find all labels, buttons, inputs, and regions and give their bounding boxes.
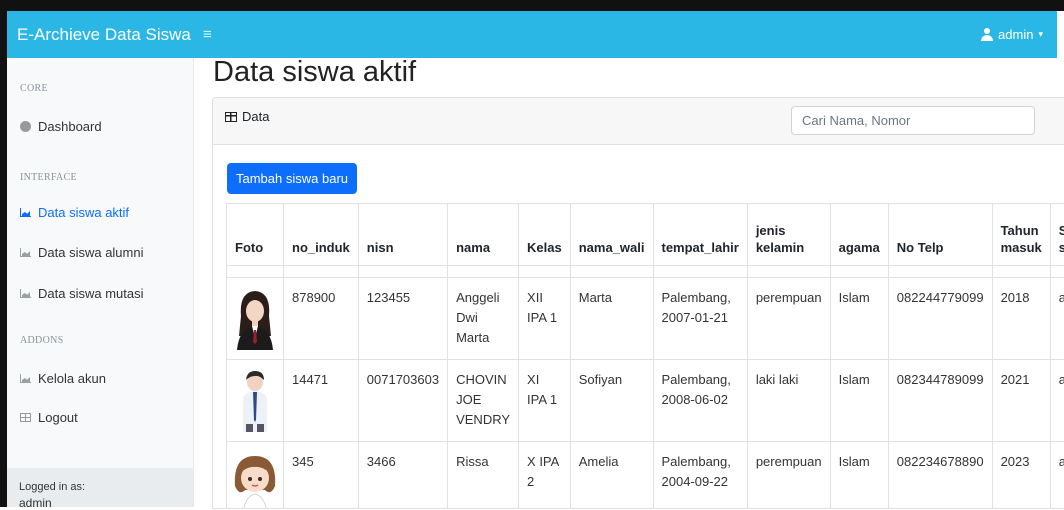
sidebar-item-label: Kelola akun [38,371,106,386]
table-spacer-row [227,266,1064,278]
tahun-masuk-cell: 2021 [992,360,1050,442]
nisn-cell: 123455 [358,278,447,360]
nama-cell: CHOVIN JOE VENDRY [448,360,519,442]
no-telp-cell: 082344789099 [888,360,992,442]
sidebar-heading-addons: ADDONS [20,335,63,346]
column-header: Foto [227,204,284,266]
sidebar-heading-interface: INTERFACE [20,172,77,183]
logged-in-label: Logged in as: [19,481,85,493]
nama-cell: Rissa [448,442,519,510]
user-icon [981,28,993,41]
window-left-edge [0,0,7,507]
nama-cell: Anggeli Dwi Marta [448,278,519,360]
sidebar-item-dashboard[interactable]: Dashboard [20,119,102,134]
student-photo-avatar [231,368,279,432]
add-student-button[interactable]: Tambah siswa baru [227,163,357,194]
sidebar-footer: Logged in as: admin [7,468,193,507]
sidebar-item-label: Data siswa alumni [38,245,144,260]
sidebar-item-kelola-akun[interactable]: Kelola akun [20,371,106,386]
sidebar: CORE Dashboard INTERFACE Data siswa akti… [7,58,194,507]
column-header: nama_wali [570,204,653,266]
card-header: Data [213,98,1064,145]
sidebar-item-label: Data siswa aktif [38,205,129,220]
table-row[interactable]: 14471 0071703603 CHOVIN JOE VENDRY XI IP… [227,360,1064,442]
area-chart-icon [20,248,31,257]
photo-cell [227,278,284,360]
sidebar-item-data-siswa-alumni[interactable]: Data siswa alumni [20,245,144,260]
nisn-cell: 3466 [358,442,447,510]
caret-down-icon: ▾ [1038,29,1043,40]
jenis-kelamin-cell: laki laki [747,360,830,442]
card-title-text: Data [242,109,269,124]
tahun-masuk-cell: 2018 [992,278,1050,360]
no-telp-cell: 082244779099 [888,278,992,360]
column-header: agama [830,204,888,266]
kelas-cell: X IPA 2 [519,442,571,510]
tahun-masuk-cell: 2023 [992,442,1050,510]
column-header: No Telp [888,204,992,266]
data-card: Data Tambah siswa baru Foto no_induk nis… [212,97,1064,509]
logged-in-user: admin [19,496,52,510]
no-telp-cell: 082234678890 [888,442,992,510]
column-header: jenis kelamin [747,204,830,266]
agama-cell: Islam [830,360,888,442]
column-header: St si [1050,204,1064,266]
sidebar-item-label: Dashboard [38,119,102,134]
column-header: no_induk [284,204,359,266]
table-icon [20,413,31,422]
area-chart-icon [20,289,31,298]
column-header: tempat_lahir [653,204,747,266]
brand-title[interactable]: E-Archieve Data Siswa [17,25,187,45]
status-cell: ak [1050,278,1064,360]
students-table: Foto no_induk nisn nama Kelas nama_wali … [226,203,1064,509]
nama-wali-cell: Amelia [570,442,653,510]
top-navbar: E-Archieve Data Siswa ≡ admin ▾ [7,11,1057,58]
kelas-cell: XII IPA 1 [519,278,571,360]
sidebar-item-label: Data siswa mutasi [38,286,143,301]
status-cell: ak [1050,442,1064,510]
card-title: Data [225,109,269,124]
nama-wali-cell: Sofiyan [570,360,653,442]
window-top-edge [0,0,1064,11]
tempat-lahir-cell: Palembang, 2008-06-02 [653,360,747,442]
nama-wali-cell: Marta [570,278,653,360]
nisn-cell: 0071703603 [358,360,447,442]
table-icon [225,112,237,122]
sidebar-heading-core: CORE [20,83,48,94]
column-header: Kelas [519,204,571,266]
jenis-kelamin-cell: perempuan [747,278,830,360]
page-title: Data siswa aktif [213,56,416,89]
tempat-lahir-cell: Palembang, 2007-01-21 [653,278,747,360]
photo-cell [227,360,284,442]
tempat-lahir-cell: Palembang, 2004-09-22 [653,442,747,510]
sidebar-item-logout[interactable]: Logout [20,410,78,425]
sidebar-item-data-siswa-aktif[interactable]: Data siswa aktif [20,205,129,220]
student-photo-avatar [231,286,279,350]
table-header-row: Foto no_induk nisn nama Kelas nama_wali … [227,204,1064,266]
dashboard-icon [20,121,31,132]
status-cell: ak [1050,360,1064,442]
area-chart-icon [20,208,31,217]
column-header: nama [448,204,519,266]
area-chart-icon [20,374,31,383]
student-photo-avatar [231,450,279,509]
user-menu[interactable]: admin ▾ [981,27,1043,42]
sidebar-item-label: Logout [38,410,78,425]
user-name: admin [998,27,1033,42]
jenis-kelamin-cell: perempuan [747,442,830,510]
agama-cell: Islam [830,278,888,360]
photo-cell [227,442,284,510]
no-induk-cell: 345 [284,442,359,510]
agama-cell: Islam [830,442,888,510]
sidebar-toggle-icon[interactable]: ≡ [203,26,212,43]
column-header: nisn [358,204,447,266]
table-row[interactable]: 345 3466 Rissa X IPA 2 Amelia Palembang,… [227,442,1064,510]
sidebar-item-data-siswa-mutasi[interactable]: Data siswa mutasi [20,286,143,301]
search-input[interactable] [791,106,1035,135]
no-induk-cell: 14471 [284,360,359,442]
table-row[interactable]: 878900 123455 Anggeli Dwi Marta XII IPA … [227,278,1064,360]
no-induk-cell: 878900 [284,278,359,360]
kelas-cell: XI IPA 1 [519,360,571,442]
column-header: Tahun masuk [992,204,1050,266]
